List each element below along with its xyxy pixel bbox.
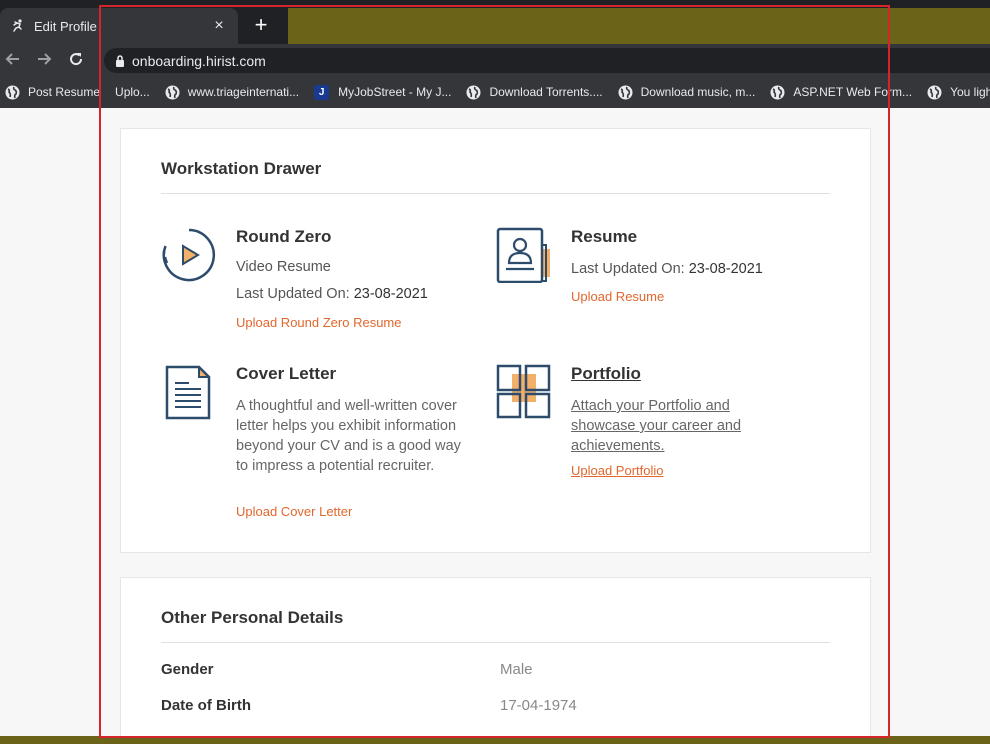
round-zero-title: Round Zero	[236, 227, 332, 246]
section-title: Workstation Drawer	[161, 159, 322, 178]
section-title: Other Personal Details	[161, 608, 344, 627]
back-arrow-icon[interactable]	[3, 50, 23, 70]
globe-icon	[466, 85, 481, 100]
updated-value: 23-08-2021	[688, 261, 763, 277]
cover-letter-item: Cover Letter A thoughtful and well-writt…	[161, 364, 481, 524]
cover-letter-document-icon	[161, 364, 217, 420]
detail-value: Male	[500, 661, 533, 678]
detail-label: Date of Birth	[161, 697, 251, 714]
globe-icon	[618, 85, 633, 100]
browser-titlebar: Edit Profile × +	[0, 0, 990, 44]
bookmark-label: You light	[950, 85, 990, 99]
resume-document-icon	[496, 227, 552, 284]
bookmark-label: Uplo...	[115, 85, 150, 99]
bookmark-item[interactable]: J MyJobStreet - My J...	[309, 79, 457, 105]
lock-icon	[114, 54, 126, 68]
resume-updated: Last Updated On: 23-08-2021	[571, 261, 763, 277]
bookmark-label: www.triageinternati...	[187, 85, 300, 99]
portfolio-title[interactable]: Portfolio	[571, 364, 641, 384]
browser-toolbar: onboarding.hirist.com	[0, 44, 990, 76]
tab-edit-profile[interactable]: Edit Profile ×	[0, 8, 238, 44]
detail-label: Gender	[161, 661, 214, 678]
portfolio-grid-icon	[496, 364, 552, 420]
upload-portfolio-link[interactable]: Upload Portfolio	[571, 463, 664, 478]
bookmark-label: Post Resume	[28, 85, 101, 99]
bookmark-label: ASP.NET Web Form...	[793, 85, 913, 99]
address-bar[interactable]: onboarding.hirist.com	[104, 48, 990, 73]
personal-details-card: Other Personal Details Gender Male Date …	[120, 577, 871, 736]
cover-letter-title: Cover Letter	[236, 364, 337, 383]
globe-icon	[5, 85, 20, 100]
updated-label: Last Updated On:	[571, 261, 685, 277]
url-text: onboarding.hirist.com	[132, 52, 266, 69]
tab-close-icon[interactable]: ×	[210, 17, 228, 35]
resume-item: Resume Last Updated On: 23-08-2021 Uploa…	[496, 227, 816, 317]
workstation-drawer-card: Workstation Drawer Round Zero Video Resu…	[120, 128, 871, 553]
detail-value: 17-04-1974	[500, 697, 577, 714]
upload-cover-letter-link[interactable]: Upload Cover Letter	[236, 504, 352, 519]
titlebar-background	[288, 8, 990, 44]
cover-letter-description: A thoughtful and well-written cover lett…	[236, 398, 461, 474]
portfolio-description[interactable]: Attach your Portfolio and showcase your …	[571, 396, 761, 456]
bookmark-item[interactable]: Download music, m...	[613, 79, 762, 105]
updated-label: Last Updated On:	[236, 286, 350, 302]
round-zero-item: Round Zero Video Resume Last Updated On:…	[161, 227, 481, 337]
tab-title: Edit Profile	[34, 18, 97, 34]
detail-row-dob: Date of Birth 17-04-1974	[161, 697, 830, 721]
bookmark-item[interactable]: You light	[922, 79, 990, 105]
bookmark-item[interactable]: Download Torrents....	[461, 79, 608, 105]
bookmark-item[interactable]: www.triageinternati...	[160, 79, 305, 105]
divider	[161, 193, 830, 194]
new-tab-button[interactable]: +	[248, 13, 274, 39]
video-play-icon	[161, 227, 217, 283]
reload-icon[interactable]	[66, 50, 86, 70]
globe-icon	[165, 85, 180, 100]
portfolio-item: Portfolio Attach your Portfolio and show…	[496, 364, 816, 494]
globe-icon	[770, 85, 785, 100]
updated-value: 23-08-2021	[353, 286, 428, 302]
round-zero-updated: Last Updated On: 23-08-2021	[236, 286, 428, 302]
bookmarks-bar: Post Resume Uplo... www.triageinternati...…	[0, 76, 990, 108]
bookmark-label: Download Torrents....	[489, 85, 603, 99]
bookmark-item[interactable]: Uplo...	[110, 79, 156, 105]
globe-icon	[927, 85, 942, 100]
detail-row-gender: Gender Male	[161, 661, 830, 685]
upload-resume-link[interactable]: Upload Resume	[571, 289, 664, 304]
bookmark-label: Download music, m...	[640, 85, 756, 99]
page-content: Workstation Drawer Round Zero Video Resu…	[0, 108, 990, 736]
j-icon: J	[314, 84, 330, 100]
round-zero-subtitle: Video Resume	[236, 259, 331, 275]
bookmark-item[interactable]: Post Resume	[0, 79, 106, 105]
divider	[161, 642, 830, 643]
resume-title: Resume	[571, 227, 638, 246]
running-person-icon	[10, 18, 26, 34]
upload-round-zero-link[interactable]: Upload Round Zero Resume	[236, 315, 401, 330]
bookmark-item[interactable]: ASP.NET Web Form...	[765, 79, 918, 105]
taskbar-strip	[0, 736, 990, 744]
bookmark-label: MyJobStreet - My J...	[338, 85, 452, 99]
forward-arrow-icon[interactable]	[34, 50, 54, 70]
